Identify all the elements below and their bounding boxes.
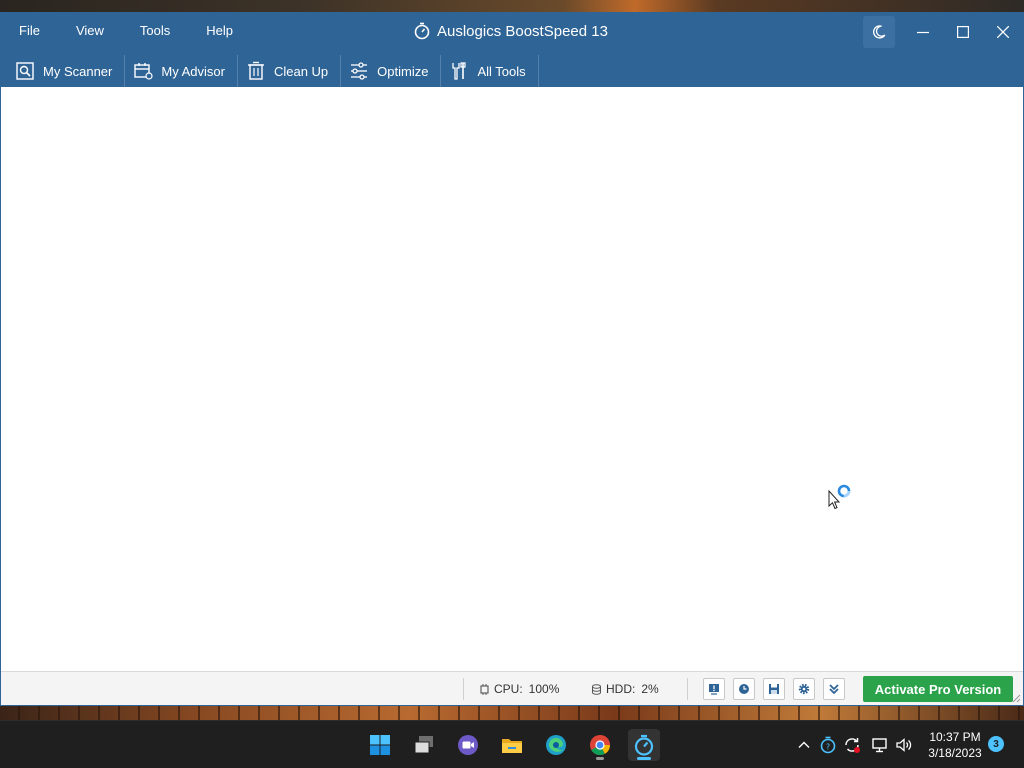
tools-icon: [452, 62, 467, 80]
desktop-wallpaper-bottom: [0, 706, 1024, 720]
running-indicator: [596, 757, 604, 760]
report-button[interactable]: [703, 678, 725, 700]
volume-icon: [896, 738, 912, 752]
scanner-icon: [16, 62, 34, 80]
moon-icon: [873, 25, 886, 39]
close-icon: [997, 26, 1009, 38]
volume-tray-button[interactable]: [894, 735, 914, 755]
show-hidden-icons-button[interactable]: [794, 735, 814, 755]
schedule-button[interactable]: [733, 678, 755, 700]
chrome-button[interactable]: [584, 729, 616, 761]
teams-chat-button[interactable]: [452, 729, 484, 761]
boostspeed-tray-button[interactable]: ?: [818, 735, 838, 755]
menu-tools[interactable]: Tools: [140, 23, 170, 39]
maximize-icon: [957, 26, 969, 38]
desktop-wallpaper-top: [0, 0, 1024, 12]
chevron-down-icon: [829, 684, 839, 695]
report-icon: [709, 684, 719, 695]
boostspeed-window: File View Tools Help Auslogics BoostSpee…: [0, 12, 1024, 706]
boostspeed-tray-icon: ?: [820, 736, 836, 754]
gear-icon: [798, 683, 810, 695]
app-title: Auslogics BoostSpeed 13: [413, 22, 608, 40]
system-clock[interactable]: 10:37 PM 3/18/2023: [920, 729, 990, 761]
theme-toggle-button[interactable]: [863, 16, 895, 48]
busy-cursor-icon: [828, 484, 851, 510]
status-separator: [687, 678, 688, 700]
optimize-label: Optimize: [377, 63, 429, 79]
taskbar: ? 10:37 PM 3/18/2023: [0, 720, 1024, 768]
clean-up-label: Clean Up: [273, 63, 329, 79]
status-bar: CPU: 100% HDD: 2% Activate Pro Version: [1, 671, 1023, 705]
menu-view[interactable]: View: [76, 23, 104, 39]
menu-bar: File View Tools Help: [19, 23, 269, 39]
trash-icon: [247, 61, 264, 80]
activate-pro-button[interactable]: Activate Pro Version: [863, 676, 1013, 702]
chevron-up-icon: [798, 741, 810, 748]
title-bar: File View Tools Help Auslogics BoostSpee…: [1, 13, 1023, 87]
resize-grip-icon[interactable]: [1012, 694, 1021, 703]
chrome-icon: [590, 735, 611, 756]
clock-date: 3/18/2023: [928, 746, 982, 760]
window-controls: [863, 13, 1023, 51]
all-tools-button[interactable]: All Tools: [441, 55, 539, 87]
svg-text:?: ?: [826, 743, 830, 752]
active-indicator: [637, 757, 651, 760]
menu-file[interactable]: File: [19, 23, 40, 39]
cpu-value: 100%: [528, 682, 560, 696]
stopwatch-icon: [414, 22, 430, 40]
my-scanner-label: My Scanner: [43, 63, 113, 79]
close-button[interactable]: [983, 13, 1023, 51]
task-view-icon: [414, 736, 433, 754]
sync-icon: [845, 738, 860, 753]
clean-up-button[interactable]: Clean Up: [238, 55, 342, 87]
boostspeed-icon: [634, 734, 654, 756]
database-icon: [592, 683, 601, 695]
hdd-usage: HDD: 2%: [591, 682, 659, 696]
teams-chat-icon: [458, 735, 478, 755]
edge-icon: [546, 735, 566, 755]
all-tools-label: All Tools: [477, 63, 526, 79]
minimize-icon: [917, 31, 929, 34]
main-toolbar: My Scanner My Advisor Clean Up Optimize …: [7, 55, 539, 87]
hdd-label: HDD:: [606, 682, 636, 696]
start-button[interactable]: [364, 729, 396, 761]
cpu-usage: CPU: 100%: [479, 682, 559, 696]
save-icon: [769, 684, 779, 694]
boostspeed-taskbar-button[interactable]: [628, 729, 660, 761]
maximize-button[interactable]: [943, 13, 983, 51]
cpu-icon: [480, 683, 489, 695]
sync-tray-button[interactable]: [842, 735, 862, 755]
clock-time: 10:37 PM: [929, 730, 981, 744]
status-separator: [463, 678, 464, 700]
my-advisor-button[interactable]: My Advisor: [125, 55, 238, 87]
optimize-button[interactable]: Optimize: [341, 55, 442, 87]
my-scanner-button[interactable]: My Scanner: [7, 55, 126, 87]
my-advisor-label: My Advisor: [161, 63, 225, 79]
file-explorer-button[interactable]: [496, 729, 528, 761]
expand-button[interactable]: [823, 678, 845, 700]
edge-button[interactable]: [540, 729, 572, 761]
sliders-icon: [351, 62, 368, 80]
hdd-value: 2%: [641, 682, 659, 696]
cpu-label: CPU:: [494, 682, 523, 696]
settings-button[interactable]: [793, 678, 815, 700]
network-icon: [872, 738, 887, 753]
save-button[interactable]: [763, 678, 785, 700]
clock-icon: [739, 684, 749, 694]
main-content-area: [1, 87, 1023, 671]
menu-help[interactable]: Help: [206, 23, 233, 39]
network-tray-button[interactable]: [870, 735, 890, 755]
file-explorer-icon: [502, 739, 522, 753]
windows-start-icon: [370, 735, 390, 755]
advisor-icon: [134, 63, 153, 80]
minimize-button[interactable]: [903, 13, 943, 51]
app-title-text: Auslogics BoostSpeed 13: [437, 22, 608, 40]
task-view-button[interactable]: [408, 729, 440, 761]
notification-badge[interactable]: 3: [988, 736, 1004, 752]
